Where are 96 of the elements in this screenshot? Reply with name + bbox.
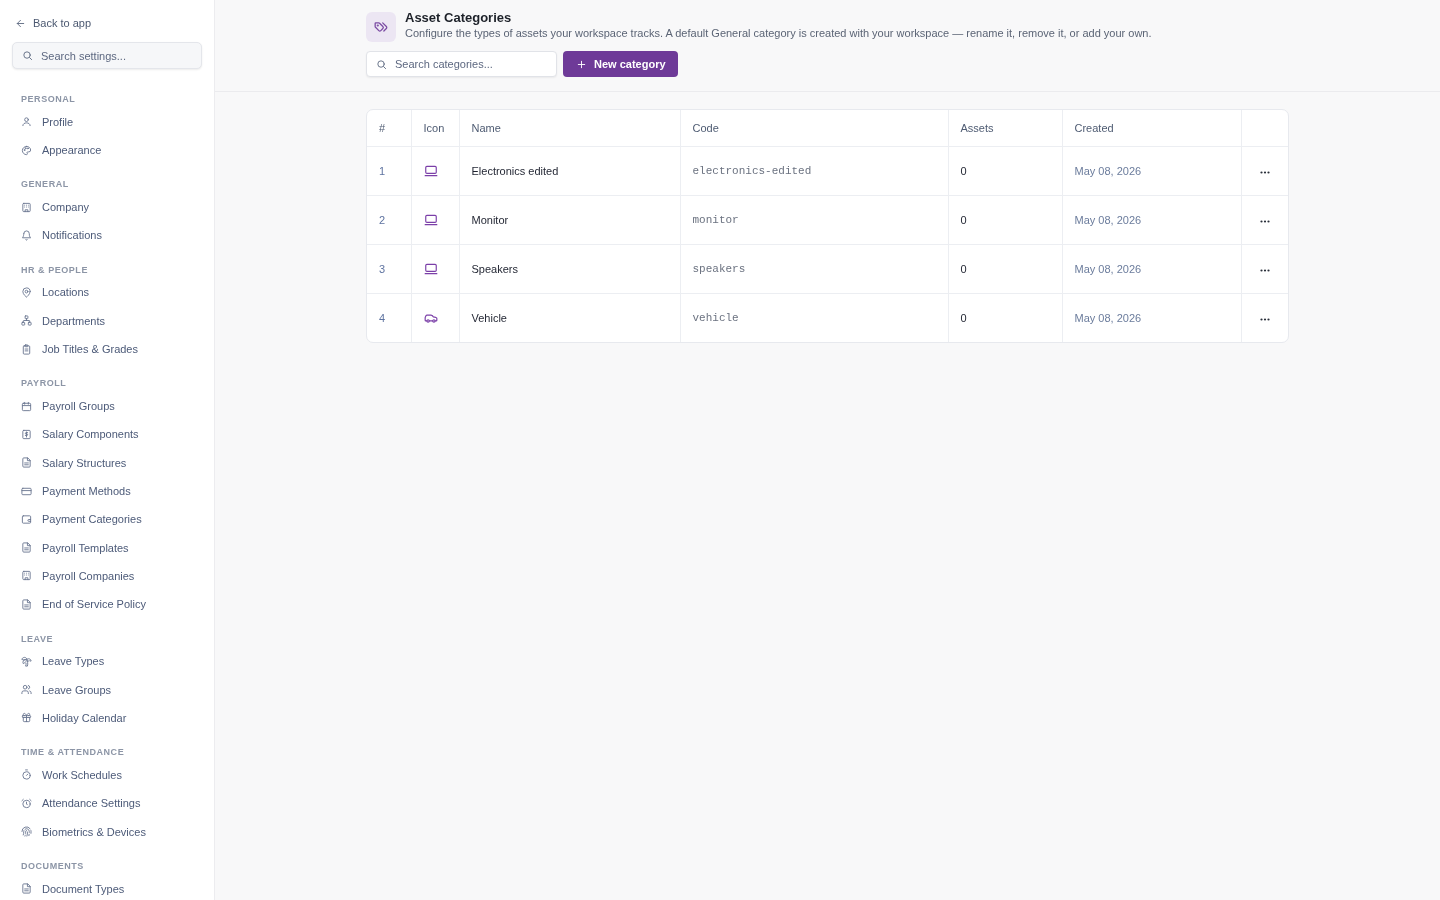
sidebar-item[interactable]: Leave Types — [12, 647, 111, 676]
laptop-icon — [423, 213, 438, 227]
column-header: Code — [680, 110, 948, 147]
ellipsis-icon[interactable] — [1259, 317, 1270, 321]
palette-icon — [21, 144, 32, 156]
sidebar-item[interactable]: Notifications — [12, 221, 108, 250]
sidebar-item[interactable]: Appearance — [12, 135, 108, 165]
sidebar-item[interactable]: Holiday Calendar — [12, 703, 133, 733]
asset-count: 0 — [948, 293, 1062, 342]
sidebar-item[interactable]: Job Titles & Grades — [12, 334, 144, 364]
column-header: # — [367, 110, 411, 147]
sidebar-item[interactable]: Attendance Settings — [12, 789, 147, 818]
document-icon — [21, 542, 32, 554]
stopwatch-icon — [21, 769, 32, 781]
sidebar-item[interactable]: Payment Categories — [12, 505, 148, 534]
category-code: vehicle — [680, 293, 948, 342]
row-number: 3 — [367, 244, 411, 294]
sidebar-item[interactable]: Biometrics & Devices — [12, 817, 152, 846]
search-icon — [376, 58, 387, 70]
credit-card-icon — [21, 485, 32, 497]
search-icon — [22, 50, 33, 61]
section-heading: LEAVE — [20, 632, 54, 645]
ellipsis-icon[interactable] — [1259, 170, 1270, 174]
sidebar-item[interactable]: Work Schedules — [12, 760, 128, 790]
column-header: Created — [1062, 110, 1241, 147]
user-icon — [21, 116, 32, 128]
ellipsis-icon[interactable] — [1259, 268, 1270, 272]
category-name: Speakers — [459, 244, 680, 294]
sidebar-item[interactable]: Salary Structures — [12, 448, 133, 477]
building-icon — [21, 570, 32, 582]
org-chart-icon — [21, 315, 32, 327]
dollar-receipt-icon — [21, 428, 32, 440]
column-header: Icon — [411, 110, 459, 147]
category-code: monitor — [680, 195, 948, 245]
new-category-button[interactable]: New category — [563, 51, 678, 77]
section-heading: PERSONAL — [20, 93, 76, 105]
section-heading: HR & PEOPLE — [20, 263, 88, 276]
row-number: 4 — [367, 293, 411, 342]
ellipsis-icon[interactable] — [1259, 219, 1270, 223]
row-number: 1 — [367, 146, 411, 196]
building-icon — [21, 201, 32, 213]
sidebar-item[interactable]: End of Service Policy — [12, 590, 152, 619]
plus-icon — [576, 58, 587, 70]
back-link[interactable]: Back to app — [12, 16, 92, 30]
calendar-icon — [21, 400, 32, 412]
fingerprint-icon — [21, 826, 32, 838]
bell-icon — [21, 229, 32, 241]
created-date: May 08, 2026 — [1062, 244, 1241, 294]
document-icon — [21, 457, 32, 469]
sidebar-item[interactable]: Document Types — [12, 874, 131, 900]
category-name: Electronics edited — [459, 146, 680, 196]
search-field[interactable]: Search categories... — [366, 51, 557, 77]
row-number: 2 — [367, 195, 411, 245]
section-heading: GENERAL — [20, 178, 69, 191]
arrow-left-icon — [15, 17, 26, 29]
sidebar-item[interactable]: Departments — [12, 306, 111, 335]
category-code: speakers — [680, 244, 948, 294]
laptop-icon — [423, 164, 438, 178]
page-description: Configure the types of assets your workspace tracks. A default General category is created with your workspace — rename it, remove it, or add your own. — [405, 26, 1152, 41]
category-name: Monitor — [459, 195, 680, 245]
section-heading: PAYROLL — [20, 377, 67, 390]
column-header: Assets — [948, 110, 1062, 147]
gift-icon — [21, 712, 32, 724]
sidebar-item[interactable]: Payroll Templates — [12, 533, 135, 562]
sidebar-item[interactable]: Leave Groups — [12, 675, 118, 704]
map-pin-icon — [21, 286, 32, 298]
asset-count: 0 — [948, 146, 1062, 196]
page-title: Asset Categories — [405, 10, 512, 26]
sidebar-item[interactable]: Payment Methods — [12, 476, 137, 506]
users-icon — [21, 684, 32, 696]
document-icon — [21, 598, 32, 610]
created-date: May 08, 2026 — [1062, 293, 1241, 342]
category-code: electronics-edited — [680, 146, 948, 196]
sidebar-item[interactable]: Payroll Groups — [12, 392, 121, 421]
category-name: Vehicle — [459, 293, 680, 342]
laptop-icon — [423, 262, 438, 276]
document-icon — [21, 883, 32, 895]
sidebar-item[interactable]: Locations — [12, 278, 96, 307]
column-header: Name — [459, 110, 680, 147]
section-heading: DOCUMENTS — [20, 859, 84, 872]
sidebar-item[interactable]: Salary Components — [12, 420, 145, 449]
sidebar-item[interactable]: Profile — [12, 107, 80, 136]
sidebar-item[interactable]: Payroll Companies — [12, 561, 141, 591]
palm-tree-icon — [21, 655, 32, 667]
sidebar-item[interactable]: Company — [12, 192, 96, 222]
tags-icon — [366, 12, 396, 42]
asset-count: 0 — [948, 244, 1062, 294]
alarm-clock-icon — [21, 797, 32, 809]
section-heading: TIME & ATTENDANCE — [20, 746, 125, 759]
wallet-icon — [21, 513, 32, 525]
created-date: May 08, 2026 — [1062, 146, 1241, 196]
search-field[interactable]: Search settings... — [12, 42, 202, 69]
car-icon — [423, 311, 438, 325]
asset-count: 0 — [948, 195, 1062, 245]
clipboard-icon — [21, 343, 32, 355]
created-date: May 08, 2026 — [1062, 195, 1241, 245]
